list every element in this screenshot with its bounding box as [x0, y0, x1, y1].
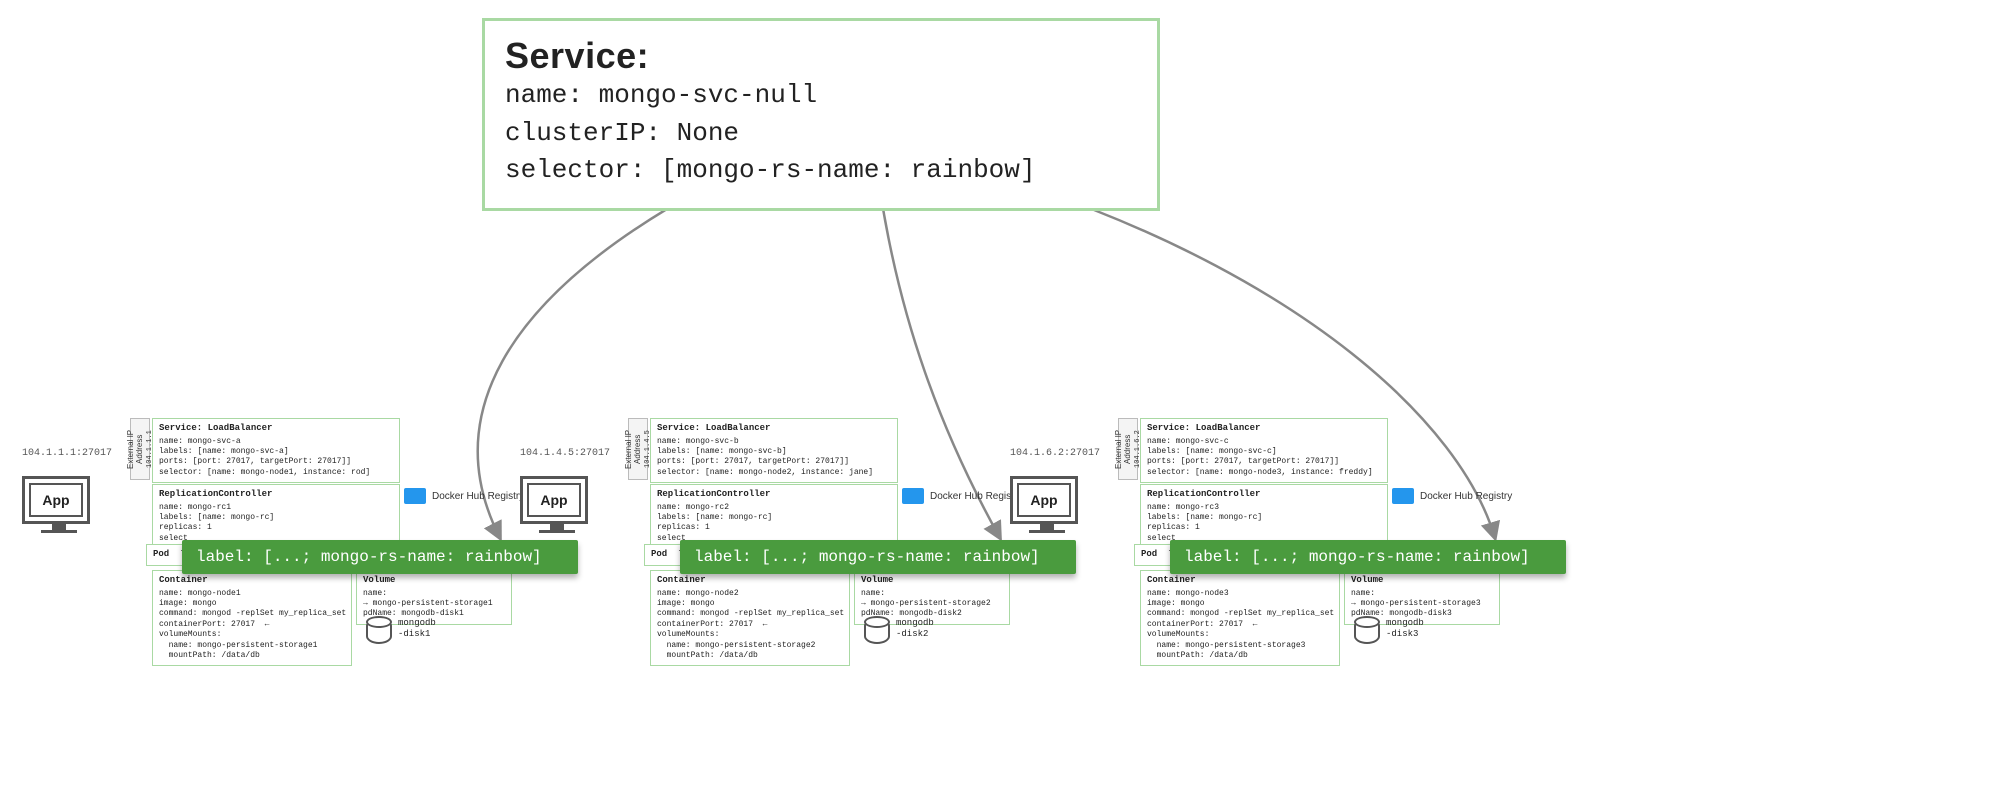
- external-ip-badge: External IP Address 104.1.6.2: [1118, 418, 1138, 480]
- external-ip-badge: External IP Address 104.1.1.1: [130, 418, 150, 480]
- container-box: Container name: mongo-node2 image: mongo…: [650, 570, 850, 666]
- database-icon: [1354, 618, 1380, 644]
- service-name-line: name: mongo-svc-null: [505, 77, 1137, 115]
- service-loadbalancer-box: Service: LoadBalancer name: mongo-svc-b …: [650, 418, 898, 483]
- disk-label: mongodb -disk1: [398, 618, 436, 640]
- docker-icon: [902, 488, 924, 504]
- external-ip-text: 104.1.6.2:27017: [1010, 448, 1100, 459]
- pod-label-badge: label: [...; mongo-rs-name: rainbow]: [182, 540, 578, 574]
- replication-controller-box: ReplicationController name: mongo-rc1 la…: [152, 484, 400, 546]
- service-loadbalancer-box: Service: LoadBalancer name: mongo-svc-a …: [152, 418, 400, 483]
- box-title: Pod: [153, 549, 169, 559]
- monitor-icon: App: [22, 476, 90, 524]
- app-label: App: [1017, 483, 1071, 517]
- app-label: App: [527, 483, 581, 517]
- service-selector-line: selector: [mongo-rs-name: rainbow]: [505, 152, 1137, 190]
- docker-hub-registry: Docker Hub Registry: [902, 488, 1022, 504]
- headless-service-box: Service: name: mongo-svc-null clusterIP:…: [482, 18, 1160, 211]
- docker-hub-label: Docker Hub Registry: [432, 491, 524, 502]
- app-client: App: [1010, 476, 1084, 533]
- box-body: name: mongo-node1 image: mongo command: …: [159, 589, 345, 662]
- disk-icon-group: mongodb -disk1: [366, 618, 436, 644]
- docker-icon: [1392, 488, 1414, 504]
- replication-controller-box: ReplicationController name: mongo-rc3 la…: [1140, 484, 1388, 546]
- database-icon: [864, 618, 890, 644]
- disk-icon-group: mongodb -disk3: [1354, 618, 1424, 644]
- replication-controller-box: ReplicationController name: mongo-rc2 la…: [650, 484, 898, 546]
- service-title: Service:: [505, 35, 1137, 77]
- app-client: App: [22, 476, 96, 533]
- box-body: name: → mongo-persistent-storage1 pdName…: [363, 589, 505, 620]
- box-title: ReplicationController: [159, 489, 393, 501]
- monitor-icon: App: [1010, 476, 1078, 524]
- service-clusterip-line: clusterIP: None: [505, 115, 1137, 153]
- pod-label-badge: label: [...; mongo-rs-name: rainbow]: [680, 540, 1076, 574]
- docker-icon: [404, 488, 426, 504]
- external-ip-text: 104.1.4.5:27017: [520, 448, 610, 459]
- box-body: name: mongo-rc1 labels: [name: mongo-rc]…: [159, 503, 393, 545]
- pod-label-badge: label: [...; mongo-rs-name: rainbow]: [1170, 540, 1566, 574]
- database-icon: [366, 618, 392, 644]
- box-title: Service: LoadBalancer: [159, 423, 393, 435]
- monitor-icon: App: [520, 476, 588, 524]
- app-label: App: [29, 483, 83, 517]
- service-loadbalancer-box: Service: LoadBalancer name: mongo-svc-c …: [1140, 418, 1388, 483]
- external-ip-text: 104.1.1.1:27017: [22, 448, 112, 459]
- disk-icon-group: mongodb -disk2: [864, 618, 934, 644]
- app-client: App: [520, 476, 594, 533]
- external-ip-badge: External IP Address 104.1.4.5: [628, 418, 648, 480]
- box-title: Volume: [363, 575, 505, 587]
- box-title: Container: [159, 575, 345, 587]
- box-body: name: mongo-svc-a labels: [name: mongo-s…: [159, 437, 393, 479]
- docker-hub-registry: Docker Hub Registry: [1392, 488, 1512, 504]
- container-box: Container name: mongo-node1 image: mongo…: [152, 570, 352, 666]
- docker-hub-registry: Docker Hub Registry: [404, 488, 524, 504]
- container-box: Container name: mongo-node3 image: mongo…: [1140, 570, 1340, 666]
